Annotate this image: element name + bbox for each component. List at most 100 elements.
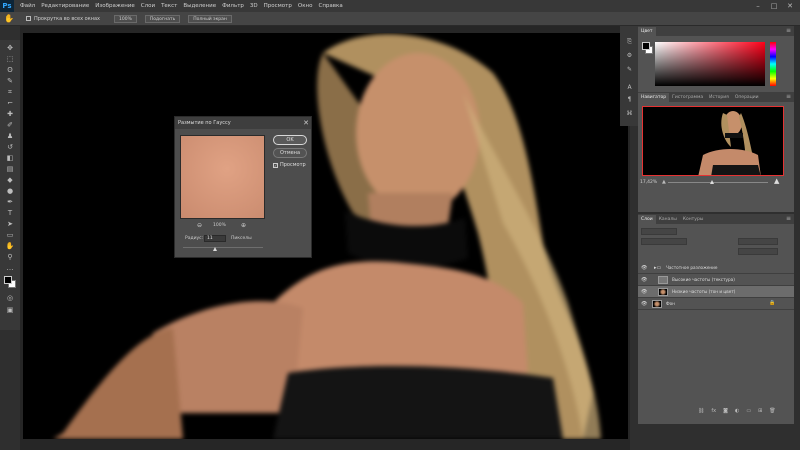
move-tool-icon[interactable]: ✥ xyxy=(5,44,15,52)
scroll-all-checkbox[interactable] xyxy=(26,16,31,21)
shape-tool-icon[interactable]: ▭ xyxy=(5,231,15,239)
zoom-in-icon[interactable]: ⊕ xyxy=(241,222,246,229)
tab-histogram[interactable]: Гистограмма xyxy=(669,93,706,102)
quick-select-icon[interactable]: ✎ xyxy=(5,77,15,85)
menu-view[interactable]: Просмотр xyxy=(264,3,292,9)
tab-channels[interactable]: Каналы xyxy=(656,215,680,224)
radius-slider-knob[interactable] xyxy=(213,247,217,251)
zoom-tool-icon[interactable]: ⚲ xyxy=(5,253,15,261)
healing-brush-icon[interactable]: ✚ xyxy=(5,110,15,118)
menu-type[interactable]: Текст xyxy=(161,3,177,9)
visibility-eye-icon[interactable]: 👁 xyxy=(641,265,647,271)
blur-tool-icon[interactable]: ◆ xyxy=(5,176,15,184)
eyedropper-icon[interactable]: ⌐ xyxy=(5,99,15,107)
zoom-in-icon[interactable]: ▲ xyxy=(774,177,779,185)
menu-select[interactable]: Выделение xyxy=(183,3,216,9)
path-select-icon[interactable]: ➤ xyxy=(5,220,15,228)
menu-edit[interactable]: Редактирование xyxy=(41,3,89,9)
brush-panel-icon[interactable]: ✎ xyxy=(625,66,634,74)
fill-field[interactable] xyxy=(738,248,778,255)
menu-image[interactable]: Изображение xyxy=(95,3,135,9)
tab-layers[interactable]: Слои xyxy=(638,215,656,224)
marquee-tool-icon[interactable]: ⬚ xyxy=(5,55,15,63)
minimize-icon[interactable]: – xyxy=(752,0,764,12)
foreground-swatch[interactable] xyxy=(4,276,12,284)
tools-panel: ✥ ⬚ ʘ ✎ ⌗ ⌐ ✚ ✐ ♟ ↺ ◧ ▤ ◆ ● ✒ T ➤ ▭ ✋ ⚲ … xyxy=(0,40,20,330)
layer-row-low-freq[interactable]: 👁 Низкие частоты (тон и цвет) xyxy=(638,286,794,298)
more-tools-icon[interactable]: … xyxy=(5,264,15,272)
cancel-button[interactable]: Отмена xyxy=(273,148,307,158)
tab-history[interactable]: История xyxy=(706,93,732,102)
hand-tool-icon[interactable]: ✋ xyxy=(5,242,15,250)
hue-slider[interactable] xyxy=(770,42,776,86)
menu-help[interactable]: Справка xyxy=(318,3,342,9)
delete-layer-icon[interactable]: 🗑 xyxy=(769,408,775,414)
new-layer-icon[interactable]: ⊞ xyxy=(758,408,762,414)
character-panel-icon[interactable]: A xyxy=(625,84,634,92)
panel-menu-icon[interactable]: ≡ xyxy=(786,27,791,34)
close-icon[interactable]: ✕ xyxy=(784,0,796,12)
visibility-eye-icon[interactable]: 👁 xyxy=(641,289,647,295)
preview-checkbox[interactable]: ✓ xyxy=(273,163,278,168)
hand-tool-icon[interactable]: ✋ xyxy=(4,14,14,23)
clone-stamp-icon[interactable]: ♟ xyxy=(5,132,15,140)
navigator-zoom-slider[interactable] xyxy=(668,182,768,183)
zoom-out-icon[interactable]: ⊖ xyxy=(197,222,202,229)
close-icon[interactable]: ✕ xyxy=(303,117,309,129)
new-group-icon[interactable]: ▭ xyxy=(746,408,751,414)
navigator-zoom-knob[interactable] xyxy=(710,180,714,184)
saturation-field[interactable] xyxy=(655,42,765,86)
radius-slider[interactable] xyxy=(183,247,263,248)
dodge-tool-icon[interactable]: ● xyxy=(5,187,15,195)
fit-screen-button[interactable]: Подогнать xyxy=(144,14,181,23)
history-brush-icon[interactable]: ↺ xyxy=(5,143,15,151)
zoom-out-icon[interactable]: ▲ xyxy=(662,179,666,185)
visibility-eye-icon[interactable]: 👁 xyxy=(641,277,647,283)
fx-icon[interactable]: fx xyxy=(711,408,716,414)
lasso-tool-icon[interactable]: ʘ xyxy=(5,66,15,74)
fill-screen-button[interactable]: Полный экран xyxy=(188,14,232,23)
menu-filter[interactable]: Фильтр xyxy=(222,3,244,9)
adjustment-layer-icon[interactable]: ◐ xyxy=(735,408,739,414)
blend-mode-select[interactable] xyxy=(641,238,687,245)
glyphs-panel-icon[interactable]: ⌘ xyxy=(625,110,634,118)
gradient-tool-icon[interactable]: ▤ xyxy=(5,165,15,173)
quick-mask-icon[interactable]: ◎ xyxy=(5,294,15,302)
crop-tool-icon[interactable]: ⌗ xyxy=(5,88,15,96)
visibility-eye-icon[interactable]: 👁 xyxy=(641,301,647,307)
screen-mode-icon[interactable]: ▣ xyxy=(5,306,15,314)
tab-color[interactable]: Цвет xyxy=(638,27,656,36)
eraser-tool-icon[interactable]: ◧ xyxy=(5,154,15,162)
type-tool-icon[interactable]: T xyxy=(5,209,15,217)
navigator-thumbnail[interactable] xyxy=(642,106,784,176)
menu-window[interactable]: Окно xyxy=(298,3,313,9)
history-panel-icon[interactable]: ⎘ xyxy=(625,38,634,46)
panel-menu-icon[interactable]: ≡ xyxy=(786,215,791,222)
tab-navigator[interactable]: Навигатор xyxy=(638,93,670,102)
opacity-field[interactable] xyxy=(738,238,778,245)
link-layers-icon[interactable]: ⛓ xyxy=(698,408,704,414)
tab-paths[interactable]: Контуры xyxy=(680,215,707,224)
brush-tool-icon[interactable]: ✐ xyxy=(5,121,15,129)
menu-3d[interactable]: 3D xyxy=(250,3,258,9)
add-mask-icon[interactable]: ◙ xyxy=(723,408,728,414)
tab-actions[interactable]: Операции xyxy=(732,93,762,102)
maximize-icon[interactable]: □ xyxy=(768,0,780,12)
photoshop-window: Ps Файл Редактирование Изображение Слои … xyxy=(0,0,800,450)
menu-layers[interactable]: Слои xyxy=(141,3,155,9)
foreground-color-swatch[interactable] xyxy=(642,42,650,50)
pen-tool-icon[interactable]: ✒ xyxy=(5,198,15,206)
layer-row-group[interactable]: 👁 ▸▭ Частотное разложение xyxy=(638,262,794,274)
radius-input[interactable]: 11 xyxy=(204,235,226,242)
panel-menu-icon[interactable]: ≡ xyxy=(786,93,791,100)
dialog-preview-image[interactable] xyxy=(180,135,265,219)
document-canvas[interactable] xyxy=(23,33,628,439)
layer-filter-select[interactable] xyxy=(641,228,677,235)
layer-row-background[interactable]: 👁 Фон 🔒 xyxy=(638,298,794,310)
layer-row-high-freq[interactable]: 👁 Высокие частоты (текстура) xyxy=(638,274,794,286)
properties-panel-icon[interactable]: ⚙ xyxy=(625,52,634,60)
menu-file[interactable]: Файл xyxy=(20,3,35,9)
ok-button[interactable]: OK xyxy=(273,135,307,145)
paragraph-panel-icon[interactable]: ¶ xyxy=(625,96,634,104)
zoom-100-button[interactable]: 100% xyxy=(114,14,137,23)
